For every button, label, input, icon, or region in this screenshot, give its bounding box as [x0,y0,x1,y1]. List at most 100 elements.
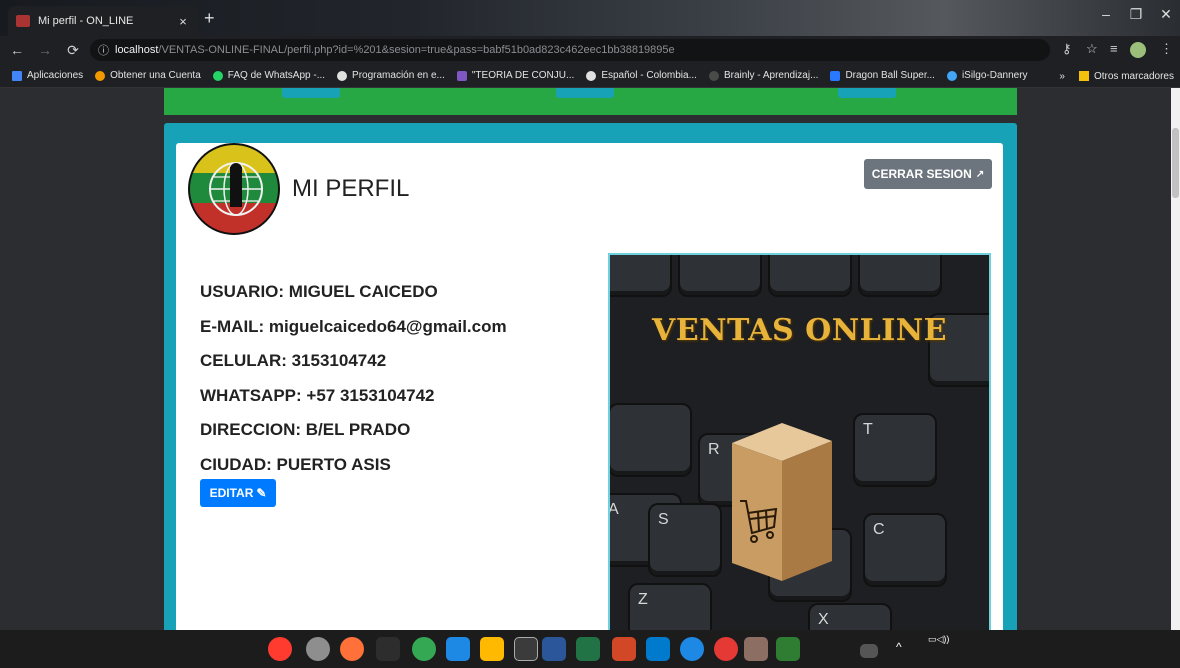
url-path: /VENTAS-ONLINE-FINAL/perfil.php?id=%201&… [158,44,675,56]
external-link-icon: ↗ [975,168,985,180]
page-favicon-icon [16,15,30,27]
more-bookmarks-chevron-icon[interactable]: » [1059,71,1065,82]
scrollbar-thumb[interactable] [1172,128,1179,198]
tab-title: Mi perfil - ON_LINE [38,15,134,27]
bookmark-label: FAQ de WhatsApp -... [227,70,326,81]
key-letter: A [608,501,619,518]
promo-title: VENTAS ONLINE [651,313,948,348]
key-icon[interactable]: ⚷ [1062,41,1072,57]
profile-container: MI PERFIL CERRAR SESION ↗ USUARIO: MIGUE… [164,123,1017,630]
promo-image: R T A S D C Z X VENTAS ONLINE [608,253,991,630]
bookmark-label: "TEORIA DE CONJU... [471,70,575,81]
star-bookmark-icon[interactable]: ☆ [1086,41,1098,57]
app-icon[interactable] [680,637,704,661]
key-letter: C [873,521,885,538]
profile-logo-icon [188,143,280,235]
search-icon[interactable] [306,637,330,661]
bookmark-item[interactable]: Obtener una Cuenta [95,70,201,81]
vim-icon[interactable] [776,637,800,661]
key-letter: Z [638,591,648,608]
network-volume-icon[interactable]: ▭◁)) [928,634,949,645]
vscode-icon[interactable] [646,637,670,661]
keyboard-key: Z [630,585,710,630]
globe-icon [586,70,597,81]
brainly-icon [708,70,719,81]
key-letter: R [708,441,720,458]
bookmark-item[interactable]: Programación en e... [337,70,445,81]
globe-icon [337,70,348,81]
logout-button[interactable]: CERRAR SESION ↗ [864,159,992,189]
tray-caret-icon[interactable]: ^ [896,640,902,654]
bookmark-item[interactable]: iSilgo-Dannery [946,70,1028,81]
new-tab-button[interactable]: + [204,8,215,29]
nav-button[interactable] [556,88,614,98]
keyboard-key: S [650,505,720,575]
browser-tab-strip: Mi perfil - ON_LINE × + – ❐ ✕ [0,0,1180,36]
windows-icon[interactable] [268,637,292,661]
address-bar[interactable]: ⓘ localhost/VENTAS-ONLINE-FINAL/perfil.p… [90,39,1050,61]
profile-avatar[interactable] [1130,42,1146,58]
email-field: E-MAIL: miguelcaicedo64@gmail.com [200,316,507,336]
firefox-icon[interactable] [340,637,364,661]
apps-grid-icon [12,70,22,81]
bookmark-item[interactable]: Español - Colombia... [586,70,697,81]
bookmark-label: Programación en e... [352,70,445,81]
edge-icon[interactable] [446,637,470,661]
whatsapp-field: WHATSAPP: +57 3153104742 [200,385,435,405]
site-info-icon[interactable]: ⓘ [98,42,109,58]
keyboard-key [610,405,690,475]
key-letter: T [863,421,873,438]
keyboard-key: C [865,515,945,585]
file-explorer-icon[interactable] [480,637,504,661]
word-icon[interactable] [542,637,566,661]
excel-icon[interactable] [576,637,600,661]
notes-icon[interactable] [514,637,538,661]
shopping-cart-block-icon [732,423,832,581]
tab-close-icon[interactable]: × [176,14,190,29]
chrome-icon[interactable] [412,637,436,661]
forward-arrow-icon[interactable]: → [34,42,56,58]
browser-tab[interactable]: Mi perfil - ON_LINE × [8,6,198,36]
bookmark-item[interactable]: "TEORIA DE CONJU... [456,70,575,81]
keyboard-key [610,255,670,295]
bookmark-item[interactable]: FAQ de WhatsApp -... [212,70,326,81]
bookmark-favicon-icon [946,70,957,81]
profile-info-list: USUARIO: MIGUEL CAICEDO E-MAIL: miguelca… [200,275,507,483]
back-arrow-icon[interactable]: ← [6,42,28,58]
page-scrollbar[interactable] [1171,88,1180,630]
folder-icon [1078,71,1089,81]
nav-button[interactable] [838,88,896,98]
city-field: CIUDAD: PUERTO ASIS [200,454,391,474]
page-title: MI PERFIL [292,175,410,202]
keyboard-key: T [855,415,935,485]
pencil-icon: ✎ [256,486,267,500]
bookmark-favicon-icon [830,70,841,81]
bookmarks-overflow: » Otros marcadores [1059,64,1174,88]
bookmark-item[interactable]: Brainly - Aprendizaj... [708,70,818,81]
winrar-icon[interactable] [744,637,768,661]
reload-icon[interactable]: ⟳ [62,42,84,59]
powerpoint-icon[interactable] [612,637,636,661]
keyboard-key [770,255,850,295]
browser-toolbar: ← → ⟳ ⓘ localhost/VENTAS-ONLINE-FINAL/pe… [0,36,1180,64]
top-navbar [164,88,1017,115]
url-host: localhost [115,44,159,56]
edit-profile-button[interactable]: EDITAR ✎ [200,479,276,507]
user-field: USUARIO: MIGUEL CAICEDO [200,282,438,301]
media-queue-icon[interactable]: ≡ [1110,41,1118,56]
close-window-button[interactable]: ✕ [1146,6,1180,23]
bookmark-apps[interactable]: Aplicaciones [12,70,83,81]
other-bookmarks[interactable]: Otros marcadores [1094,71,1174,82]
page-viewport: MI PERFIL CERRAR SESION ↗ USUARIO: MIGUE… [0,88,1171,630]
keyboard-key [680,255,760,295]
tray-app-icon[interactable] [860,644,878,658]
bookmark-item[interactable]: Dragon Ball Super... [830,70,935,81]
nav-button[interactable] [282,88,340,98]
taskview-icon[interactable] [376,637,400,661]
menu-kebab-icon[interactable]: ⋮ [1160,41,1173,57]
profile-card: MI PERFIL CERRAR SESION ↗ USUARIO: MIGUE… [176,143,1003,630]
bookmark-label: Aplicaciones [27,70,84,81]
bookmark-label: iSilgo-Dannery [961,70,1028,81]
app-icon-2[interactable] [714,637,738,661]
logout-label: CERRAR SESION [871,167,972,181]
